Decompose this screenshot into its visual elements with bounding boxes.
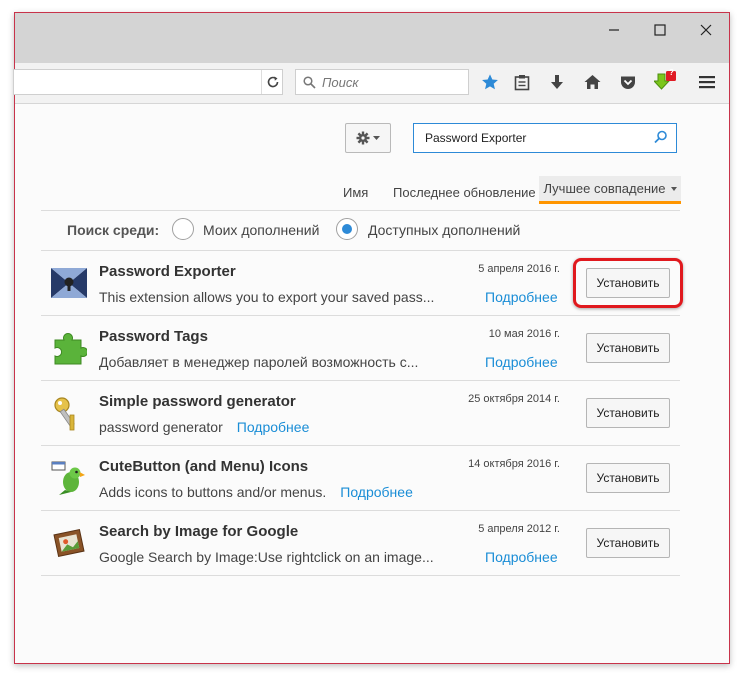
addon-date: 5 апреля 2016 г. — [478, 263, 560, 275]
sort-by-last-updated[interactable]: Последнее обновление — [393, 185, 536, 200]
more-link[interactable]: Подробнее — [340, 484, 413, 500]
addon-date: 10 мая 2016 г. — [488, 328, 560, 340]
addon-row[interactable]: Password Exporter This extension allows … — [41, 251, 683, 316]
addon-description: password generator — [99, 419, 223, 435]
addon-date: 14 октября 2016 г. — [468, 458, 560, 470]
keys-icon — [51, 395, 87, 431]
more-link[interactable]: Подробнее — [485, 354, 558, 370]
addon-description: This extension allows you to export your… — [99, 289, 435, 305]
reload-icon[interactable] — [261, 70, 284, 94]
install-button[interactable]: Установить — [586, 528, 670, 558]
addon-name[interactable]: Simple password generator — [99, 393, 296, 410]
search-bar[interactable]: Поиск — [295, 69, 469, 95]
reading-list-icon[interactable] — [509, 69, 535, 95]
minimize-icon[interactable] — [591, 13, 637, 47]
search-icon[interactable] — [654, 130, 668, 144]
more-link[interactable]: Подробнее — [237, 419, 310, 435]
title-bar — [15, 13, 729, 63]
divider — [41, 210, 680, 211]
more-link[interactable]: Подробнее — [485, 289, 558, 305]
addon-row[interactable]: Password Tags Добавляет в менеджер парол… — [41, 316, 680, 381]
addon-description: Добавляет в менеджер паролей возможность… — [99, 354, 419, 370]
radio-my-addons-label[interactable]: Моих дополнений — [203, 222, 319, 238]
install-button[interactable]: Установить — [586, 333, 670, 363]
addon-name[interactable]: Search by Image for Google — [99, 523, 298, 540]
home-icon[interactable] — [579, 69, 605, 95]
addon-description-line: password generator Подробнее — [99, 419, 309, 435]
puzzle-piece-icon — [51, 330, 88, 366]
chevron-down-icon — [670, 186, 677, 191]
addons-page: Password Exporter Имя Последнее обновлен… — [15, 104, 729, 663]
filter-label: Поиск среди: — [67, 222, 160, 238]
radio-available-addons-label[interactable]: Доступных дополнений — [368, 222, 520, 238]
addon-row[interactable]: Search by Image for Google Google Search… — [41, 511, 680, 576]
pocket-icon[interactable] — [615, 69, 641, 95]
addon-date: 25 октября 2014 г. — [468, 393, 560, 405]
password-exporter-icon — [51, 265, 87, 301]
radio-available-addons[interactable] — [336, 218, 358, 240]
sort-by-best-match[interactable]: Лучшее совпадение — [539, 176, 681, 204]
parrot-icon — [51, 460, 87, 496]
chevron-down-icon — [373, 135, 380, 140]
maximize-icon[interactable] — [637, 13, 683, 47]
addon-description: Google Search by Image:Use rightclick on… — [99, 549, 434, 565]
addons-search-value: Password Exporter — [425, 131, 527, 145]
addon-description-line: Google Search by Image:Use rightclick on… — [99, 549, 558, 565]
close-icon[interactable] — [683, 13, 729, 47]
nav-toolbar: Поиск ? — [13, 63, 729, 104]
addon-description-line: This extension allows you to export your… — [99, 289, 558, 305]
addon-description: Adds icons to buttons and/or menus. — [99, 484, 327, 500]
radio-my-addons[interactable] — [172, 218, 194, 240]
install-button[interactable]: Установить — [586, 463, 670, 493]
addon-name[interactable]: Password Exporter — [99, 263, 236, 280]
search-icon — [303, 75, 316, 89]
addons-search-input[interactable]: Password Exporter — [413, 123, 677, 153]
install-button[interactable]: Установить — [586, 268, 670, 298]
addon-name[interactable]: Password Tags — [99, 328, 208, 345]
notification-badge: ? — [669, 68, 674, 77]
tools-gear-button[interactable] — [345, 123, 391, 153]
sort-best-match-label: Лучшее совпадение — [543, 181, 666, 196]
download-helper-icon[interactable]: ? — [652, 68, 678, 95]
download-icon[interactable] — [544, 69, 570, 95]
browser-window: Поиск ? Password Exporter Имя Последнее … — [13, 12, 730, 664]
sort-by-name[interactable]: Имя — [343, 185, 368, 200]
picture-frame-icon — [51, 525, 87, 561]
addon-name[interactable]: CuteButton (and Menu) Icons — [99, 458, 308, 475]
search-placeholder: Поиск — [322, 74, 359, 90]
menu-icon[interactable] — [694, 69, 720, 95]
more-link[interactable]: Подробнее — [485, 549, 558, 565]
star-icon[interactable] — [477, 69, 503, 95]
install-button[interactable]: Установить — [586, 398, 670, 428]
gear-icon — [356, 131, 370, 145]
addon-description-line: Добавляет в менеджер паролей возможность… — [99, 354, 558, 370]
addon-row[interactable]: Simple password generator password gener… — [41, 381, 680, 446]
addon-date: 5 апреля 2012 г. — [478, 523, 560, 535]
url-bar[interactable] — [13, 69, 283, 95]
addon-row[interactable]: CuteButton (and Menu) Icons Adds icons t… — [41, 446, 680, 511]
addon-description-line: Adds icons to buttons and/or menus. Подро… — [99, 484, 413, 500]
